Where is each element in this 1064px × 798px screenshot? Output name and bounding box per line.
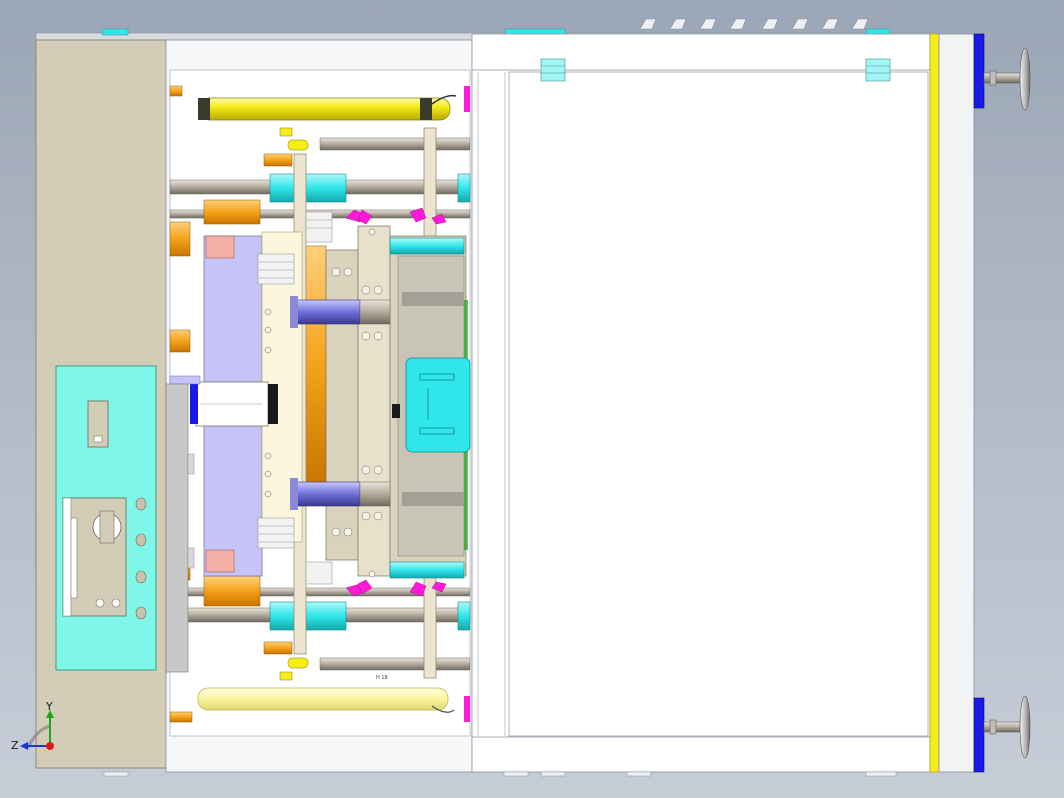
- part-label: H 18: [376, 675, 388, 681]
- door-hinge-left: [540, 58, 566, 82]
- door-hinge-right: [865, 58, 891, 82]
- door-edge-strip: [929, 33, 940, 773]
- z-axis-label: Z: [11, 739, 19, 752]
- door-window: [508, 71, 929, 737]
- y-axis-label: Y: [45, 700, 53, 713]
- cyan-rail-top: [389, 237, 465, 255]
- view-triad[interactable]: Y Z: [11, 700, 54, 752]
- side-slide-rail: [165, 383, 189, 673]
- indicator-lamp-2: [111, 598, 121, 608]
- tie-nut-bottom: [973, 697, 985, 773]
- locating-pin: [392, 404, 400, 418]
- core-plate: [357, 225, 391, 577]
- cad-viewport[interactable]: H 18 Y Z: [0, 0, 1064, 798]
- handwheel-bottom[interactable]: [983, 695, 1031, 759]
- top-vent-fins: [639, 18, 869, 30]
- pink-clamp-bottom: [205, 549, 235, 573]
- handwheel-top[interactable]: [983, 47, 1031, 111]
- origin-point: [46, 742, 54, 750]
- support-block: [325, 249, 359, 561]
- bottom-feet: [103, 771, 897, 777]
- mold-assembly-drawing: H 18 Y Z: [11, 18, 1031, 777]
- mold-insert: [405, 357, 471, 453]
- top-hinge-tab-left: [101, 28, 129, 36]
- tie-nut-top: [973, 33, 985, 109]
- cyan-rail-bottom: [389, 561, 465, 579]
- right-end-frame: [938, 33, 975, 773]
- indicator-lamp-1: [95, 598, 105, 608]
- pink-clamp-top: [205, 235, 235, 259]
